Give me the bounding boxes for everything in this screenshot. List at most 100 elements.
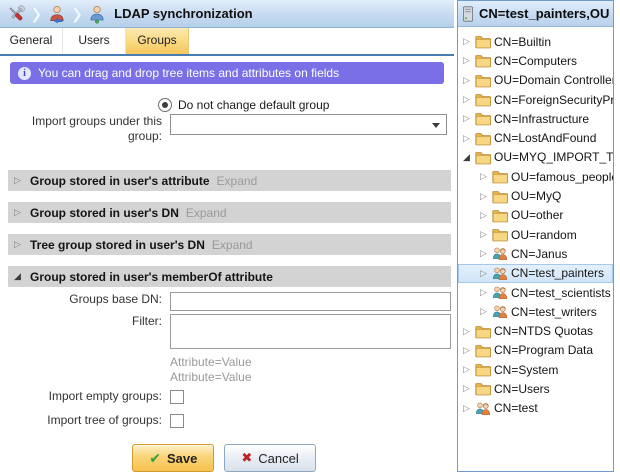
folder-icon [492,189,508,204]
expand-icon[interactable]: ▷ [478,248,489,259]
tree-item-label: CN=Users [494,382,550,396]
import-groups-row: Import groups under this group: [8,114,454,144]
tree-item-label: OU=MYQ_IMPORT_TEST [494,150,613,164]
filter-row: Filter: [8,314,454,349]
expand-icon[interactable]: ▷ [478,306,489,317]
section-expand-link[interactable]: Expand [212,238,253,252]
expand-icon[interactable]: ▷ [478,229,489,240]
tree-item[interactable]: ▷OU=other [458,206,613,225]
server-icon [462,6,474,22]
section-group-dn[interactable]: ▷ Group stored in user's DN Expand [8,202,451,223]
section-expand-link[interactable]: Expand [186,206,227,220]
chevron-down-icon[interactable] [432,123,440,128]
expand-icon[interactable]: ▷ [478,210,489,221]
expand-icon[interactable]: ▷ [461,133,472,144]
tab-general[interactable]: General [0,28,63,54]
page-title: LDAP synchronization [114,6,252,21]
cancel-button-label: Cancel [258,451,298,466]
tab-users[interactable]: Users [63,28,126,54]
tree-item[interactable]: ▷ OU=random [458,225,613,244]
folder-icon [475,73,491,88]
action-buttons: ✔ Save ✖ Cancel [8,444,440,472]
import-groups-label: Import groups under this group: [8,114,170,144]
folder-icon [475,343,491,358]
tree-item-label: OU=random [511,228,577,242]
chevron-icon: ❯ [30,5,43,23]
tree-item[interactable]: ▷CN=NTDS Quotas [458,321,613,340]
expand-icon[interactable]: ▷ [478,268,489,279]
expand-icon[interactable]: ▷ [461,36,472,47]
tree-item[interactable]: ▷CN=Computers [458,51,613,70]
section-memberof[interactable]: ◢ Group stored in user's memberOf attrib… [8,266,451,287]
ldap-sync-window: ❯ ❯ LDAP synchronization General Us [0,0,620,472]
tree-item[interactable]: ▷OU=Domain Controllers [458,71,613,90]
expand-icon[interactable]: ▷ [478,171,489,182]
tab-groups[interactable]: Groups [126,28,189,54]
import-groups-combobox[interactable] [170,114,447,135]
tree-item-label: CN=ForeignSecurityPrin [494,93,613,107]
expand-icon[interactable]: ▷ [14,240,23,249]
folder-icon [492,169,508,184]
expand-icon[interactable]: ▷ [461,383,472,394]
default-group-radio[interactable] [158,98,172,112]
tools-icon[interactable] [5,3,27,25]
expand-icon[interactable]: ▷ [461,113,472,124]
collapse-icon[interactable]: ◢ [461,152,472,163]
section-group-attribute[interactable]: ▷ Group stored in user's attribute Expan… [8,170,451,191]
expand-icon[interactable]: ▷ [14,208,23,217]
tree-item[interactable]: ▷ CN=Users [458,379,613,398]
expand-icon[interactable]: ▷ [461,364,472,375]
groups-base-dn-input[interactable] [170,292,451,311]
folder-icon [475,381,491,396]
tree-item[interactable]: ▷CN=test_painters [458,264,613,283]
expand-icon[interactable]: ▷ [461,345,472,356]
tree-item[interactable]: ▷OU=famous_people [458,167,613,186]
import-empty-groups-checkbox[interactable] [170,390,184,404]
tree-item[interactable]: ◢ OU=MYQ_IMPORT_TEST [458,148,613,167]
tree-item[interactable]: ▷CN=test [458,399,613,418]
tree-item[interactable]: ▷CN=test_writers [458,302,613,321]
tree-item[interactable]: ▷CN=Builtin [458,32,613,51]
tree-item[interactable]: ▷CN=test_scientists [458,283,613,302]
tree-item-label: CN=System [494,363,558,377]
tree-item[interactable]: ▷ CN=ForeignSecurityPrin [458,90,613,109]
group-icon [492,266,508,281]
folder-icon [492,227,508,242]
folder-icon [475,92,491,107]
import-tree-groups-checkbox[interactable] [170,414,184,428]
filter-input[interactable] [170,314,451,349]
group-icon [492,246,508,261]
expand-icon[interactable]: ▷ [478,287,489,298]
tree-list: ▷CN=Builtin▷CN=Computers▷OU=Domain Contr… [458,27,613,471]
expand-icon[interactable]: ▷ [478,191,489,202]
default-group-radio-row: Do not change default group [158,97,454,112]
expand-icon[interactable]: ▷ [14,176,23,185]
collapse-icon[interactable]: ◢ [14,272,23,281]
check-icon: ✔ [149,450,161,467]
expand-icon[interactable]: ▷ [461,326,472,337]
filter-label: Filter: [8,314,170,329]
import-tree-groups-label: Import tree of groups: [8,413,170,428]
tree-item[interactable]: ▷CN=Infrastructure [458,109,613,128]
save-button[interactable]: ✔ Save [132,444,214,472]
cancel-button[interactable]: ✖ Cancel [224,444,315,472]
group-icon [492,304,508,319]
tree-item[interactable]: ▷CN=LostAndFound [458,128,613,147]
tree-item[interactable]: ▷ OU=MyQ [458,186,613,205]
tree-item[interactable]: ▷ CN=System [458,360,613,379]
tree-item[interactable]: ▷CN=Janus [458,244,613,263]
groups-base-dn-row: Groups base DN: [8,292,454,311]
save-button-label: Save [167,451,197,466]
folder-icon [475,324,491,339]
section-title: Group stored in user's attribute [30,174,210,188]
expand-icon[interactable]: ▷ [461,94,472,105]
section-tree-group-dn[interactable]: ▷ Tree group stored in user's DN Expand [8,234,451,255]
expand-icon[interactable]: ▷ [461,403,472,414]
expand-icon[interactable]: ▷ [461,55,472,66]
tree-item[interactable]: ▷CN=Program Data [458,341,613,360]
tree-item-label: OU=MyQ [511,189,561,203]
section-expand-link[interactable]: Expand [217,174,258,188]
expand-icon[interactable]: ▷ [461,75,472,86]
user-sync-icon[interactable] [46,3,68,25]
hint-line: Attribute=Value [170,355,454,370]
